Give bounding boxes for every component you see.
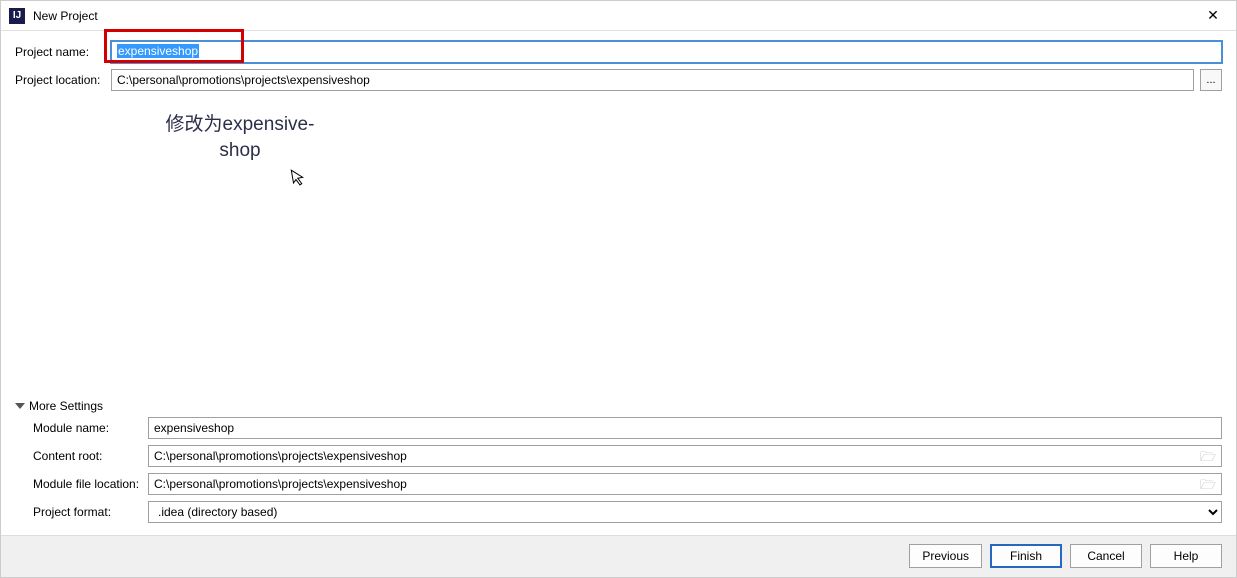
project-format-select[interactable]: .idea (directory based): [148, 501, 1222, 523]
chevron-down-icon: [15, 403, 25, 409]
project-location-row: Project location: ...: [15, 69, 1222, 91]
project-location-label: Project location:: [15, 73, 111, 87]
close-button[interactable]: ✕: [1198, 2, 1228, 30]
app-icon: IJ: [9, 8, 25, 24]
project-name-row: Project name: expensiveshop: [15, 41, 1222, 63]
help-button[interactable]: Help: [1150, 544, 1222, 568]
content-root-label: Content root:: [15, 449, 148, 463]
window-title: New Project: [33, 9, 1198, 23]
module-file-location-label: Module file location:: [15, 477, 148, 491]
annotation-text: 修改为expensive- shop: [155, 112, 325, 163]
project-name-label: Project name:: [15, 45, 111, 59]
titlebar: IJ New Project ✕: [1, 1, 1236, 31]
content-root-row: Content root: 🗁: [15, 445, 1222, 467]
project-format-label: Project format:: [15, 505, 148, 519]
finish-button[interactable]: Finish: [990, 544, 1062, 568]
module-name-input[interactable]: [148, 417, 1222, 439]
footer: Previous Finish Cancel Help: [1, 535, 1236, 575]
annotation-line1: 修改为expensive-: [166, 114, 315, 135]
browse-location-button[interactable]: ...: [1200, 69, 1222, 91]
app-icon-glyph: IJ: [13, 10, 21, 21]
project-format-row: Project format: .idea (directory based): [15, 501, 1222, 523]
project-location-input[interactable]: [111, 69, 1194, 91]
more-settings-label: More Settings: [29, 399, 103, 413]
module-name-row: Module name:: [15, 417, 1222, 439]
module-file-location-row: Module file location: 🗁: [15, 473, 1222, 495]
main-content: Project name: expensiveshop Project loca…: [1, 31, 1236, 535]
cancel-button[interactable]: Cancel: [1070, 544, 1142, 568]
more-settings-toggle[interactable]: More Settings: [15, 395, 1222, 417]
annotation-line2: shop: [219, 140, 260, 161]
previous-button[interactable]: Previous: [909, 544, 982, 568]
module-name-label: Module name:: [15, 421, 148, 435]
project-name-value: expensiveshop: [117, 44, 199, 58]
project-name-input[interactable]: expensiveshop: [111, 41, 1222, 63]
content-root-input[interactable]: [148, 445, 1222, 467]
module-file-location-input[interactable]: [148, 473, 1222, 495]
